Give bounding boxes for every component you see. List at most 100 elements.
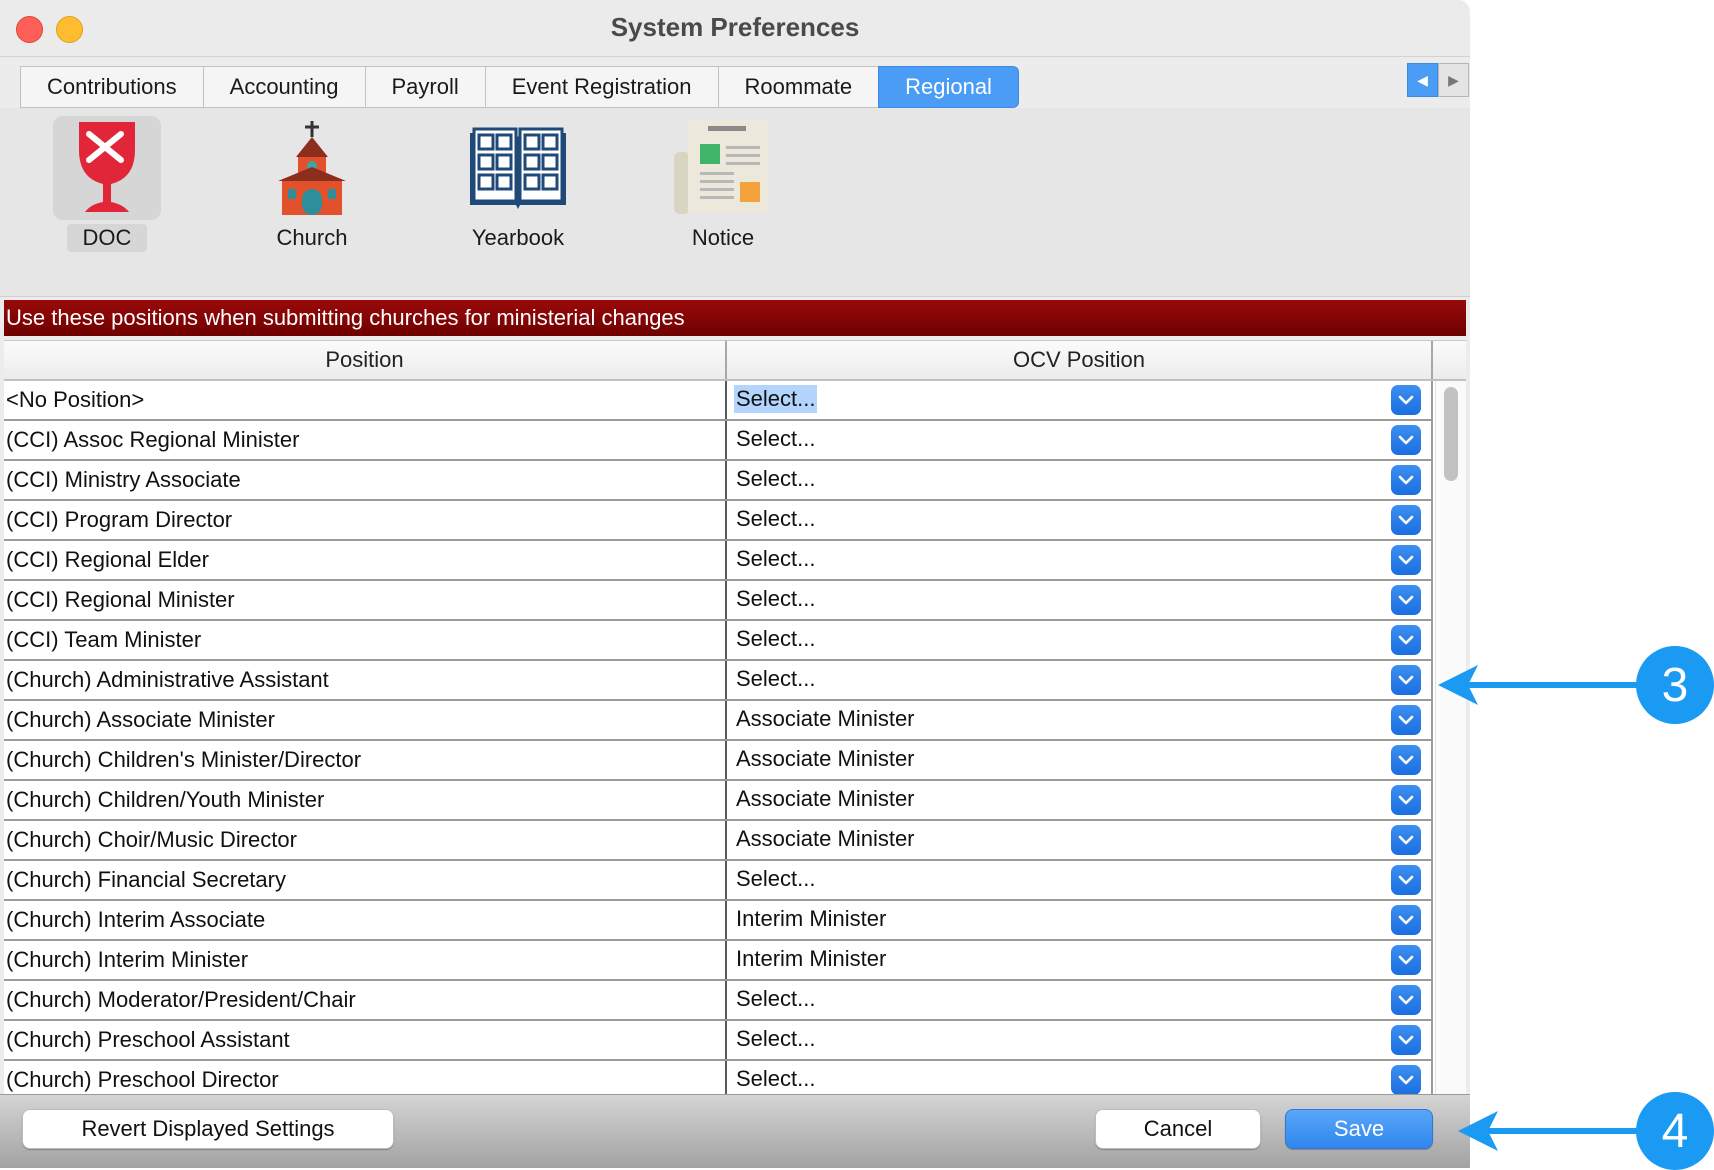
section-icon-bar: DOC Church Yearbook Notice	[0, 108, 1470, 297]
table-body: <No Position> Select... (CCI) Assoc Region…	[4, 381, 1433, 1095]
chevron-down-icon[interactable]	[1391, 385, 1421, 415]
table-row[interactable]: (CCI) Regional Minister Select...	[4, 581, 1433, 621]
ocv-position-value: Select...	[736, 985, 816, 1011]
table-row[interactable]: (Church) Choir/Music Director Associate M…	[4, 821, 1433, 861]
section-church-label: Church	[276, 225, 348, 250]
table-row[interactable]: (CCI) Ministry Associate Select...	[4, 461, 1433, 501]
chevron-down-icon[interactable]	[1391, 545, 1421, 575]
ocv-position-select[interactable]: Select...	[727, 381, 1433, 419]
table-row[interactable]: (Church) Interim Minister Interim Ministe…	[4, 941, 1433, 981]
ocv-position-select[interactable]: Select...	[727, 581, 1433, 619]
ocv-position-select[interactable]: Interim Minister	[727, 901, 1433, 939]
tab-event-registration[interactable]: Event Registration	[484, 66, 718, 108]
position-cell: (CCI) Ministry Associate	[4, 461, 727, 499]
table-row[interactable]: (CCI) Program Director Select...	[4, 501, 1433, 541]
table-row[interactable]: (Church) Financial Secretary Select...	[4, 861, 1433, 901]
position-cell: (Church) Moderator/President/Chair	[4, 981, 727, 1019]
position-cell: (Church) Financial Secretary	[4, 861, 727, 899]
ocv-position-select[interactable]: Select...	[727, 861, 1433, 899]
ocv-position-value: Interim Minister	[736, 905, 887, 931]
ocv-position-value: Select...	[736, 425, 816, 451]
callout-badge-3: 3	[1636, 646, 1714, 724]
chevron-down-icon[interactable]	[1391, 1065, 1421, 1095]
tab-contributions[interactable]: Contributions	[20, 66, 203, 108]
chevron-down-icon[interactable]	[1391, 985, 1421, 1015]
chevron-down-icon[interactable]	[1391, 825, 1421, 855]
section-church[interactable]: Church	[242, 116, 382, 252]
instruction-banner: Use these positions when submitting chur…	[4, 300, 1466, 336]
chevron-down-icon[interactable]	[1391, 785, 1421, 815]
column-header-ocv-position[interactable]: OCV Position	[727, 341, 1433, 379]
ocv-position-select[interactable]: Associate Minister	[727, 741, 1433, 779]
chevron-down-icon[interactable]	[1391, 465, 1421, 495]
table-row[interactable]: (Church) Moderator/President/Chair Select…	[4, 981, 1433, 1021]
chevron-down-icon[interactable]	[1391, 945, 1421, 975]
chevron-down-icon[interactable]	[1391, 425, 1421, 455]
chevron-down-icon[interactable]	[1391, 1025, 1421, 1055]
column-header-position[interactable]: Position	[4, 341, 727, 379]
ocv-position-select[interactable]: Select...	[727, 541, 1433, 579]
position-cell: <No Position>	[4, 381, 727, 419]
tab-scroll-controls: ◀ ▶	[1407, 63, 1469, 97]
chevron-down-icon[interactable]	[1391, 705, 1421, 735]
table-row[interactable]: (Church) Interim Associate Interim Minist…	[4, 901, 1433, 941]
tab-payroll[interactable]: Payroll	[364, 66, 485, 108]
ocv-position-value: Select...	[736, 585, 816, 611]
ocv-position-select[interactable]: Select...	[727, 1021, 1433, 1059]
tab-accounting[interactable]: Accounting	[202, 66, 365, 108]
table-row[interactable]: (Church) Children's Minister/Director Ass…	[4, 741, 1433, 781]
chevron-down-icon[interactable]	[1391, 905, 1421, 935]
callout-badge-4: 4	[1636, 1092, 1714, 1170]
window-title: System Preferences	[610, 12, 860, 42]
vertical-scrollbar[interactable]	[1435, 381, 1466, 1095]
ocv-position-value: Select...	[736, 865, 816, 891]
scrollbar-thumb[interactable]	[1444, 387, 1458, 481]
position-cell: (CCI) Regional Elder	[4, 541, 727, 579]
ocv-position-select[interactable]: Select...	[727, 501, 1433, 539]
chevron-down-icon[interactable]	[1391, 745, 1421, 775]
ocv-position-value: Select...	[734, 384, 818, 413]
tab-scroll-left-icon[interactable]: ◀	[1407, 63, 1438, 97]
ocv-position-select[interactable]: Select...	[727, 981, 1433, 1019]
chevron-down-icon[interactable]	[1391, 625, 1421, 655]
cancel-button[interactable]: Cancel	[1095, 1109, 1261, 1149]
ocv-position-select[interactable]: Select...	[727, 621, 1433, 659]
ocv-position-select[interactable]: Select...	[727, 661, 1433, 699]
ocv-position-select[interactable]: Associate Minister	[727, 701, 1433, 739]
ocv-position-select[interactable]: Associate Minister	[727, 781, 1433, 819]
section-yearbook-label: Yearbook	[471, 225, 565, 250]
position-cell: (CCI) Team Minister	[4, 621, 727, 659]
section-yearbook[interactable]: Yearbook	[448, 116, 588, 252]
table-row[interactable]: (Church) Children/Youth Minister Associat…	[4, 781, 1433, 821]
table-row[interactable]: (CCI) Team Minister Select...	[4, 621, 1433, 661]
position-cell: (CCI) Assoc Regional Minister	[4, 421, 727, 459]
open-book-icon	[464, 116, 572, 220]
table-row[interactable]: (Church) Preschool Assistant Select...	[4, 1021, 1433, 1061]
ocv-position-select[interactable]: Interim Minister	[727, 941, 1433, 979]
table-row[interactable]: (Church) Associate Minister Associate Min…	[4, 701, 1433, 741]
ocv-position-select[interactable]: Associate Minister	[727, 821, 1433, 859]
table-row[interactable]: (Church) Preschool Director Select...	[4, 1061, 1433, 1095]
position-mapping-table: Position OCV Position <No Position> Selec…	[4, 340, 1466, 1095]
tab-roommate[interactable]: Roommate	[717, 66, 879, 108]
ocv-position-value: Select...	[736, 465, 816, 491]
revert-displayed-settings-button[interactable]: Revert Displayed Settings	[22, 1109, 394, 1149]
ocv-position-select[interactable]: Select...	[727, 461, 1433, 499]
ocv-position-select[interactable]: Select...	[727, 1061, 1433, 1095]
section-doc[interactable]: DOC	[37, 116, 177, 252]
table-row[interactable]: (CCI) Regional Elder Select...	[4, 541, 1433, 581]
chevron-down-icon[interactable]	[1391, 865, 1421, 895]
chevron-down-icon[interactable]	[1391, 665, 1421, 695]
section-notice[interactable]: Notice	[653, 116, 793, 252]
tab-regional[interactable]: Regional	[878, 66, 1019, 108]
table-row[interactable]: <No Position> Select...	[4, 381, 1433, 421]
table-row[interactable]: (Church) Administrative Assistant Select.…	[4, 661, 1433, 701]
ocv-position-select[interactable]: Select...	[727, 421, 1433, 459]
position-cell: (Church) Choir/Music Director	[4, 821, 727, 859]
tab-scroll-right-icon[interactable]: ▶	[1438, 63, 1469, 97]
chevron-down-icon[interactable]	[1391, 585, 1421, 615]
position-cell: (CCI) Regional Minister	[4, 581, 727, 619]
table-row[interactable]: (CCI) Assoc Regional Minister Select...	[4, 421, 1433, 461]
chevron-down-icon[interactable]	[1391, 505, 1421, 535]
save-button[interactable]: Save	[1285, 1109, 1433, 1149]
